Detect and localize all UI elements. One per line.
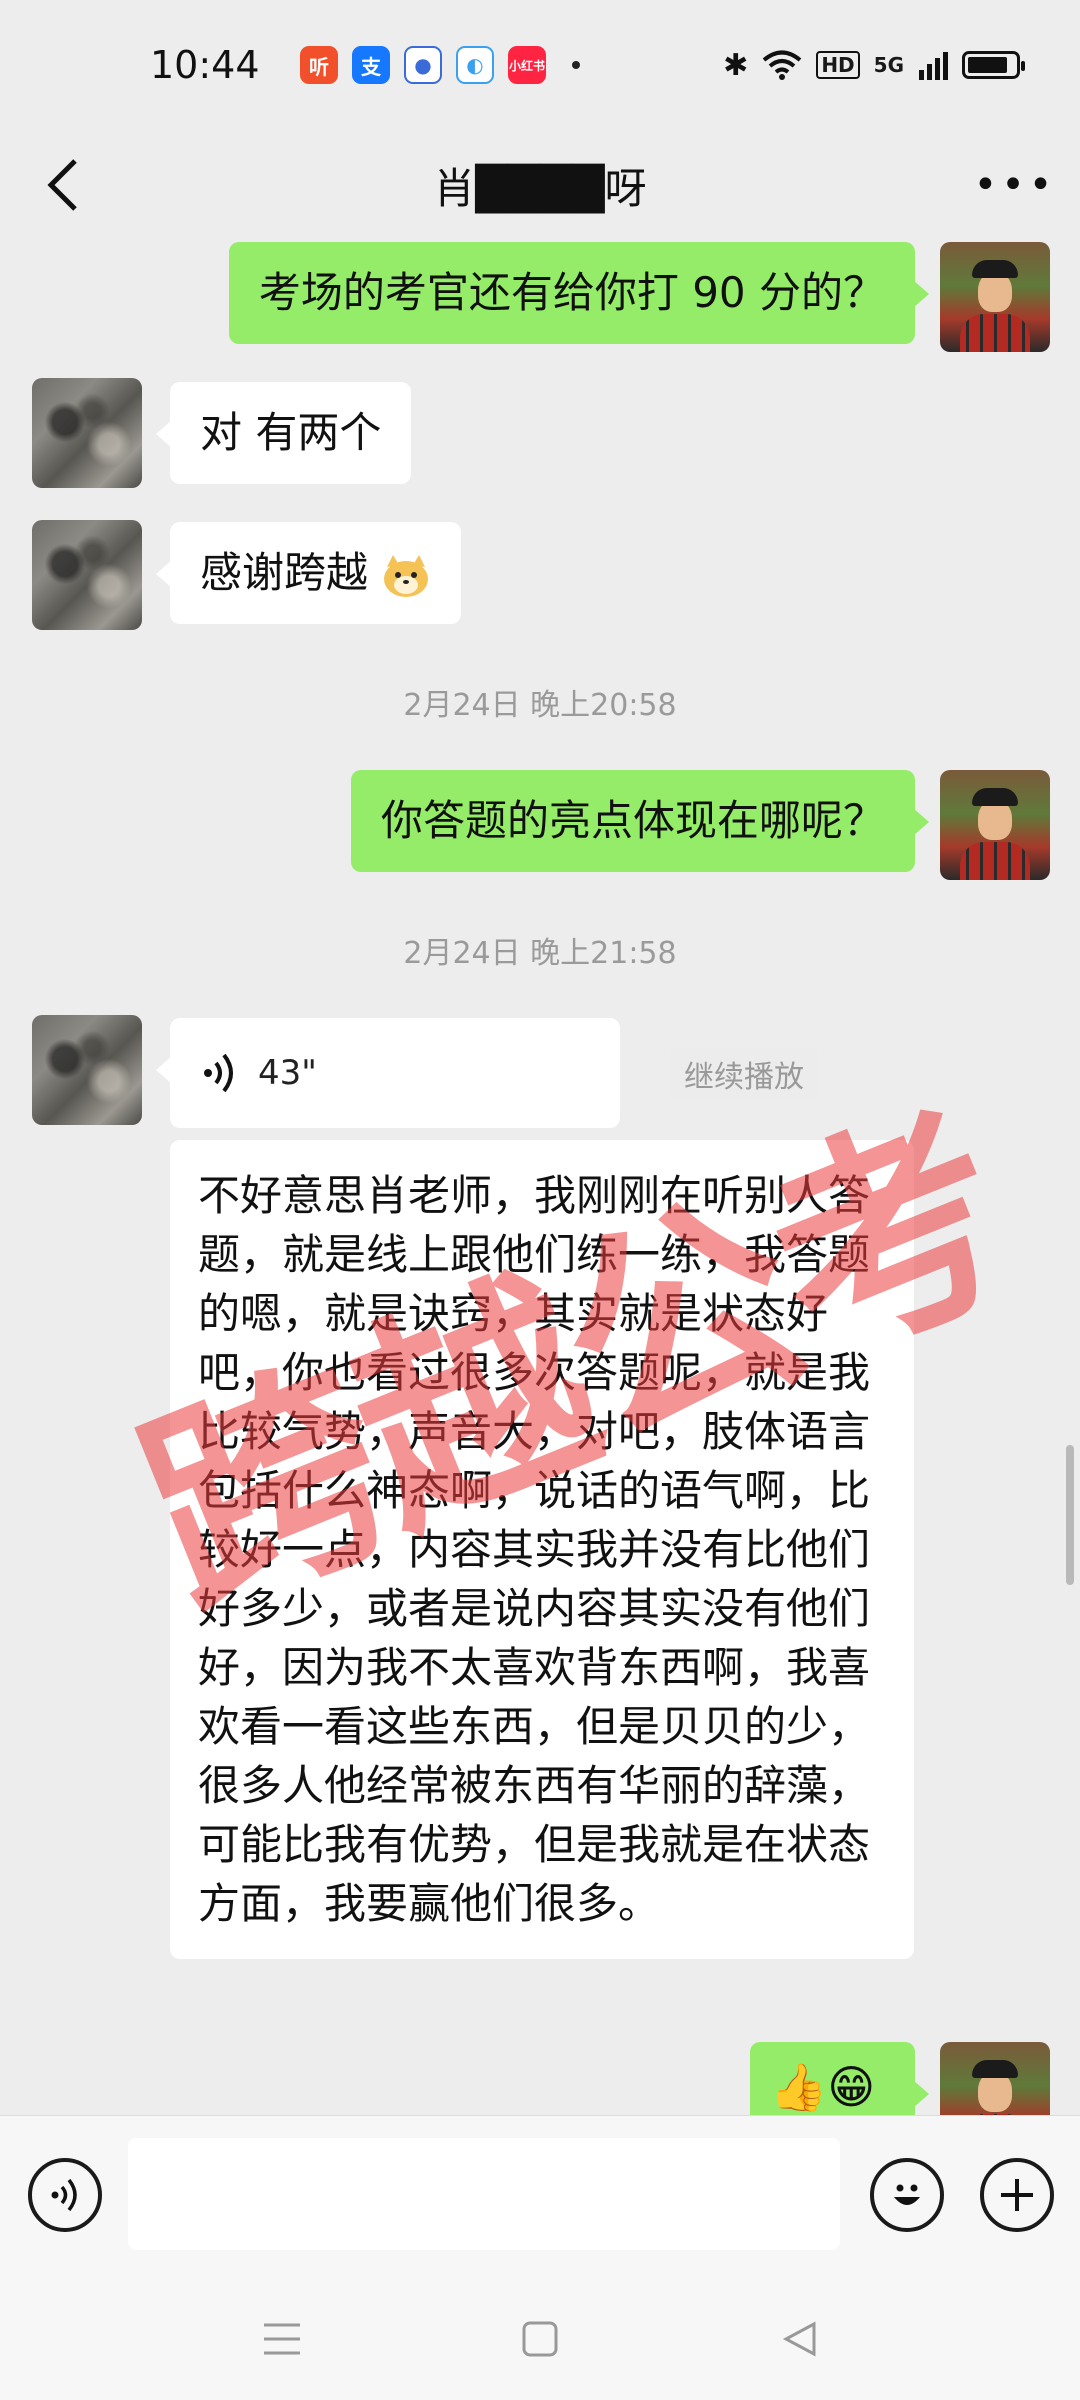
- smiley-icon: [894, 2184, 920, 2205]
- alipay-icon: 支: [352, 46, 390, 84]
- input-bar: [0, 2115, 1080, 2275]
- more-notifications-dot: [572, 61, 580, 69]
- chat-message-list[interactable]: 考场的考官还有给你打 90 分的？ 对 有两个 感谢跨越 2月24日 晚上20:…: [0, 240, 1080, 2115]
- back-triangle-icon: [782, 2321, 816, 2357]
- home-square-icon: [522, 2321, 558, 2357]
- voice-input-button[interactable]: [28, 2158, 102, 2232]
- hd-badge: HD: [816, 51, 860, 79]
- battery-icon: [962, 51, 1025, 79]
- ting-app-icon: 听: [300, 46, 338, 84]
- message-text: 对 有两个: [200, 408, 382, 457]
- message-text: 考场的考官还有给你打 90 分的？: [258, 268, 885, 317]
- voice-wave-icon: [200, 1051, 240, 1095]
- doge-emoji-icon: [384, 554, 429, 597]
- menu-nav-button[interactable]: [252, 2315, 312, 2363]
- browser-icon: ◐: [456, 46, 494, 84]
- message-bubble-received[interactable]: 对 有两个: [155, 382, 412, 484]
- back-button[interactable]: [30, 152, 96, 218]
- notification-icons: 听 支 ● ◐ 小红书: [300, 46, 580, 84]
- voice-icon: [51, 2178, 77, 2212]
- menu-icon: [264, 2323, 300, 2355]
- plus-icon: [1001, 2179, 1033, 2211]
- more-options-button[interactable]: •••: [970, 152, 1060, 218]
- voice-message-bubble[interactable]: 43": [156, 1018, 620, 1128]
- message-text: 你答题的亮点体现在哪呢？: [380, 796, 885, 845]
- message-text: 感谢跨越: [200, 548, 369, 597]
- message-bubble-sent[interactable]: 👍😁: [750, 2042, 929, 2115]
- voice-duration: 43": [258, 1053, 317, 1093]
- chat-header: 肖████呀 •••: [0, 130, 1080, 240]
- home-nav-button[interactable]: [510, 2315, 570, 2363]
- contact-avatar[interactable]: [32, 520, 142, 630]
- message-emoji: 👍😁: [770, 2060, 876, 2114]
- my-avatar[interactable]: [940, 2042, 1050, 2115]
- voice-transcript[interactable]: 不好意思肖老师，我刚刚在听别人答题，就是线上跟他们练一练，我答题的嗯，就是诀窍，…: [170, 1140, 914, 1959]
- my-avatar[interactable]: [940, 242, 1050, 352]
- my-avatar[interactable]: [940, 770, 1050, 880]
- message-bubble-sent[interactable]: 你答题的亮点体现在哪呢？: [350, 770, 930, 872]
- chat-title: 肖████呀: [433, 163, 647, 213]
- xiaohongshu-icon: 小红书: [508, 46, 546, 84]
- contact-avatar[interactable]: [32, 1015, 142, 1125]
- bluetooth-icon: ✱: [723, 47, 749, 83]
- message-bubble-received[interactable]: 感谢跨越: [155, 522, 462, 624]
- continue-play-button[interactable]: 继续播放: [670, 1048, 818, 1100]
- emoji-button[interactable]: [870, 2158, 944, 2232]
- message-input[interactable]: [128, 2138, 840, 2250]
- chevron-left-icon: [47, 159, 77, 211]
- message-timestamp: 2月24日 晚上20:58: [403, 688, 677, 723]
- status-time: 10:44: [150, 43, 260, 87]
- wifi-icon: [763, 50, 802, 80]
- back-nav-button[interactable]: [770, 2315, 830, 2363]
- chat-scrollbar[interactable]: [1066, 1445, 1074, 1585]
- message-bubble-sent[interactable]: 考场的考官还有给你打 90 分的？: [228, 242, 930, 344]
- transcript-text: 不好意思肖老师，我刚刚在听别人答题，就是线上跟他们练一练，我答题的嗯，就是诀窍，…: [198, 1171, 871, 1928]
- message-timestamp: 2月24日 晚上21:58: [403, 936, 677, 971]
- more-functions-button[interactable]: [980, 2158, 1054, 2232]
- contact-avatar[interactable]: [32, 378, 142, 488]
- network-type: 5G: [873, 53, 904, 77]
- system-nav-bar: [0, 2275, 1080, 2400]
- signal-icon: [919, 52, 948, 80]
- baidu-icon: ●: [404, 46, 442, 84]
- status-bar: 10:44 听 支 ● ◐ 小红书 ✱ HD 5G: [0, 0, 1080, 130]
